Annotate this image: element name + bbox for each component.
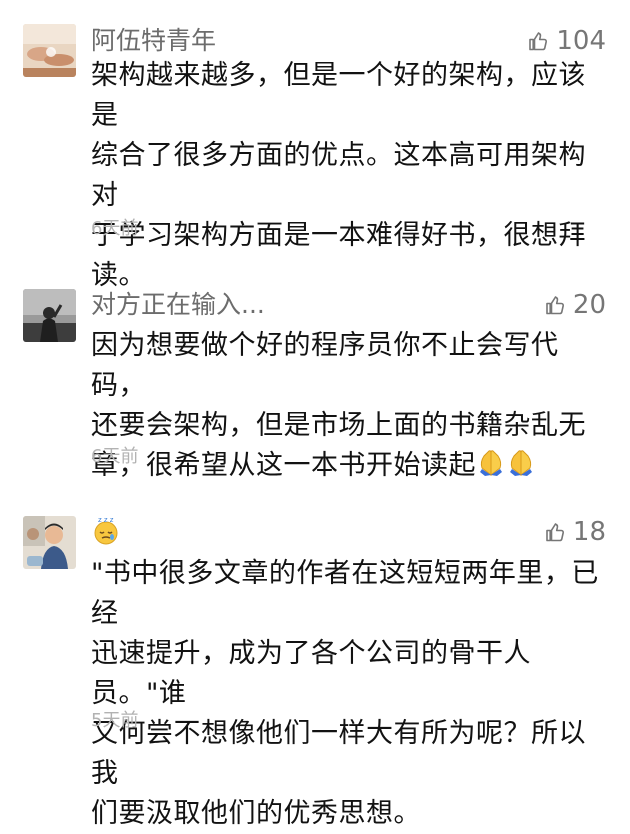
sleepy-face-emoji: z z z <box>94 516 118 545</box>
like-button[interactable]: 18 <box>545 517 606 547</box>
like-count: 18 <box>572 517 606 547</box>
thumbs-up-icon <box>546 523 564 542</box>
avatar[interactable] <box>23 516 76 569</box>
comment-item: z z z 18 "书中很多文章的作者在这短短两年里，已经 迅速提升，成为了各个… <box>0 0 630 829</box>
svg-text:z z z: z z z <box>98 516 114 524</box>
comment-text: "书中很多文章的作者在这短短两年里，已经 迅速提升，成为了各个公司的骨干人员。"… <box>91 558 599 829</box>
commenter-name[interactable]: z z z <box>91 514 121 546</box>
comment-time: 5天前 <box>91 710 139 731</box>
